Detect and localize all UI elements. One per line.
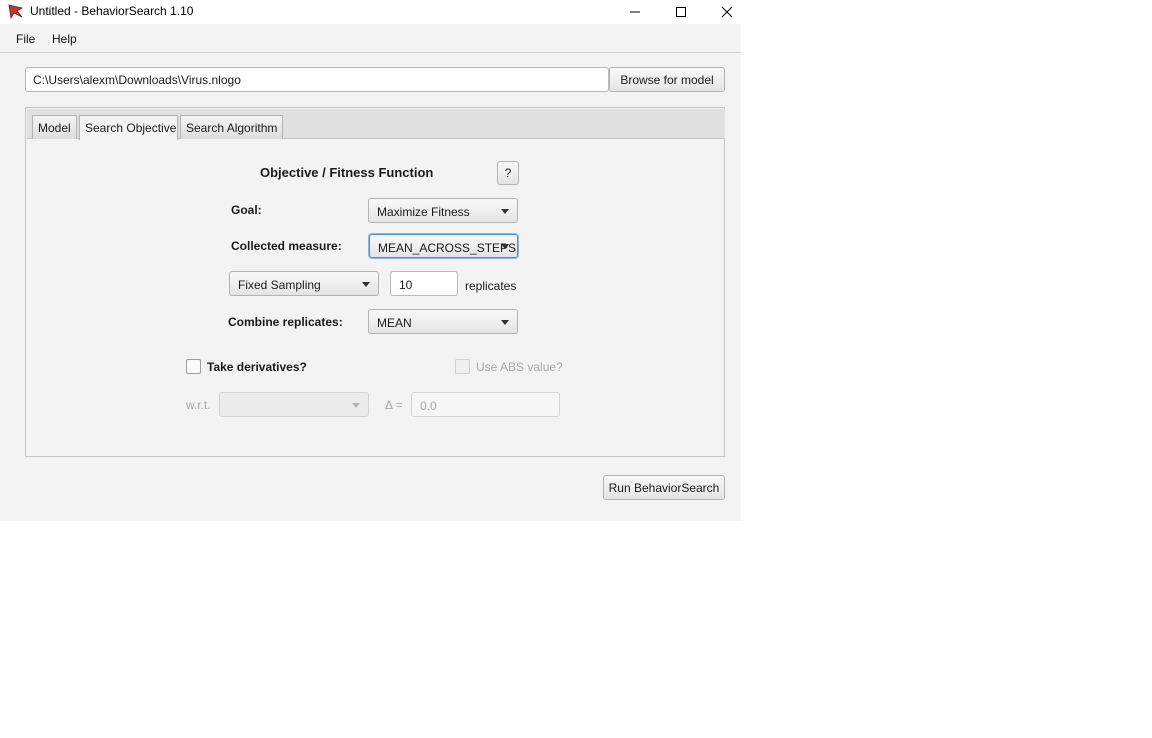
- close-button[interactable]: [704, 0, 750, 24]
- model-path-value: C:\Users\alexm\Downloads\Virus.nlogo: [33, 73, 241, 87]
- goal-dropdown[interactable]: Maximize Fitness: [368, 198, 518, 223]
- take-derivatives-checkbox[interactable]: [186, 359, 201, 374]
- menu-help[interactable]: Help: [52, 32, 77, 46]
- use-abs-checkbox[interactable]: [455, 359, 470, 374]
- window-title: Untitled - BehaviorSearch 1.10: [30, 4, 194, 18]
- close-icon: [721, 6, 733, 18]
- app-window: Untitled - BehaviorSearch 1.10 File Help…: [0, 0, 741, 521]
- maximize-icon: [676, 7, 686, 17]
- help-button[interactable]: ?: [497, 161, 519, 185]
- minimize-button[interactable]: [612, 0, 658, 24]
- replicates-value: 10: [399, 278, 413, 292]
- wrt-label: w.r.t.: [186, 398, 211, 412]
- take-derivatives-label[interactable]: Take derivatives?: [207, 360, 307, 374]
- chevron-down-icon: [501, 244, 509, 249]
- menu-bar: File Help: [0, 28, 741, 53]
- tab-search-objective[interactable]: Search Objective: [79, 115, 178, 140]
- menu-file[interactable]: File: [16, 32, 35, 46]
- collected-measure-dropdown[interactable]: MEAN_ACROSS_STEPS: [369, 234, 518, 258]
- delta-placeholder: 0.0: [420, 399, 437, 413]
- use-abs-label: Use ABS value?: [476, 360, 563, 374]
- browse-model-button[interactable]: Browse for model: [609, 67, 725, 92]
- replicates-input[interactable]: 10: [390, 271, 458, 296]
- tab-header: Model Search Objective Search Algorithm: [27, 109, 725, 140]
- behaviorsearch-logo-icon: [8, 4, 24, 19]
- run-behaviorsearch-button[interactable]: Run BehaviorSearch: [603, 475, 725, 500]
- model-path-field[interactable]: C:\Users\alexm\Downloads\Virus.nlogo: [25, 67, 609, 92]
- tab-model[interactable]: Model: [32, 115, 77, 139]
- replicates-label: replicates: [465, 279, 517, 293]
- delta-label: Δ =: [385, 398, 403, 412]
- collected-measure-value: MEAN_ACROSS_STEPS: [378, 241, 517, 255]
- objective-heading: Objective / Fitness Function: [260, 165, 434, 180]
- chevron-down-icon: [501, 319, 509, 325]
- minimize-icon: [630, 11, 640, 13]
- combine-replicates-dropdown[interactable]: MEAN: [368, 309, 518, 334]
- sampling-dropdown[interactable]: Fixed Sampling: [229, 271, 379, 296]
- chevron-down-icon: [352, 402, 360, 408]
- wrt-dropdown[interactable]: [219, 392, 369, 417]
- collected-measure-label: Collected measure:: [231, 239, 342, 253]
- goal-value: Maximize Fitness: [377, 205, 470, 219]
- goal-label: Goal:: [231, 203, 262, 217]
- tab-search-algorithm[interactable]: Search Algorithm: [180, 115, 283, 139]
- title-bar: Untitled - BehaviorSearch 1.10: [0, 0, 741, 24]
- maximize-button[interactable]: [658, 0, 704, 24]
- chevron-down-icon: [501, 208, 509, 214]
- delta-input[interactable]: 0.0: [411, 392, 560, 417]
- combine-replicates-value: MEAN: [377, 316, 412, 330]
- sampling-value: Fixed Sampling: [238, 278, 321, 292]
- chevron-down-icon: [362, 281, 370, 287]
- combine-replicates-label: Combine replicates:: [228, 315, 343, 329]
